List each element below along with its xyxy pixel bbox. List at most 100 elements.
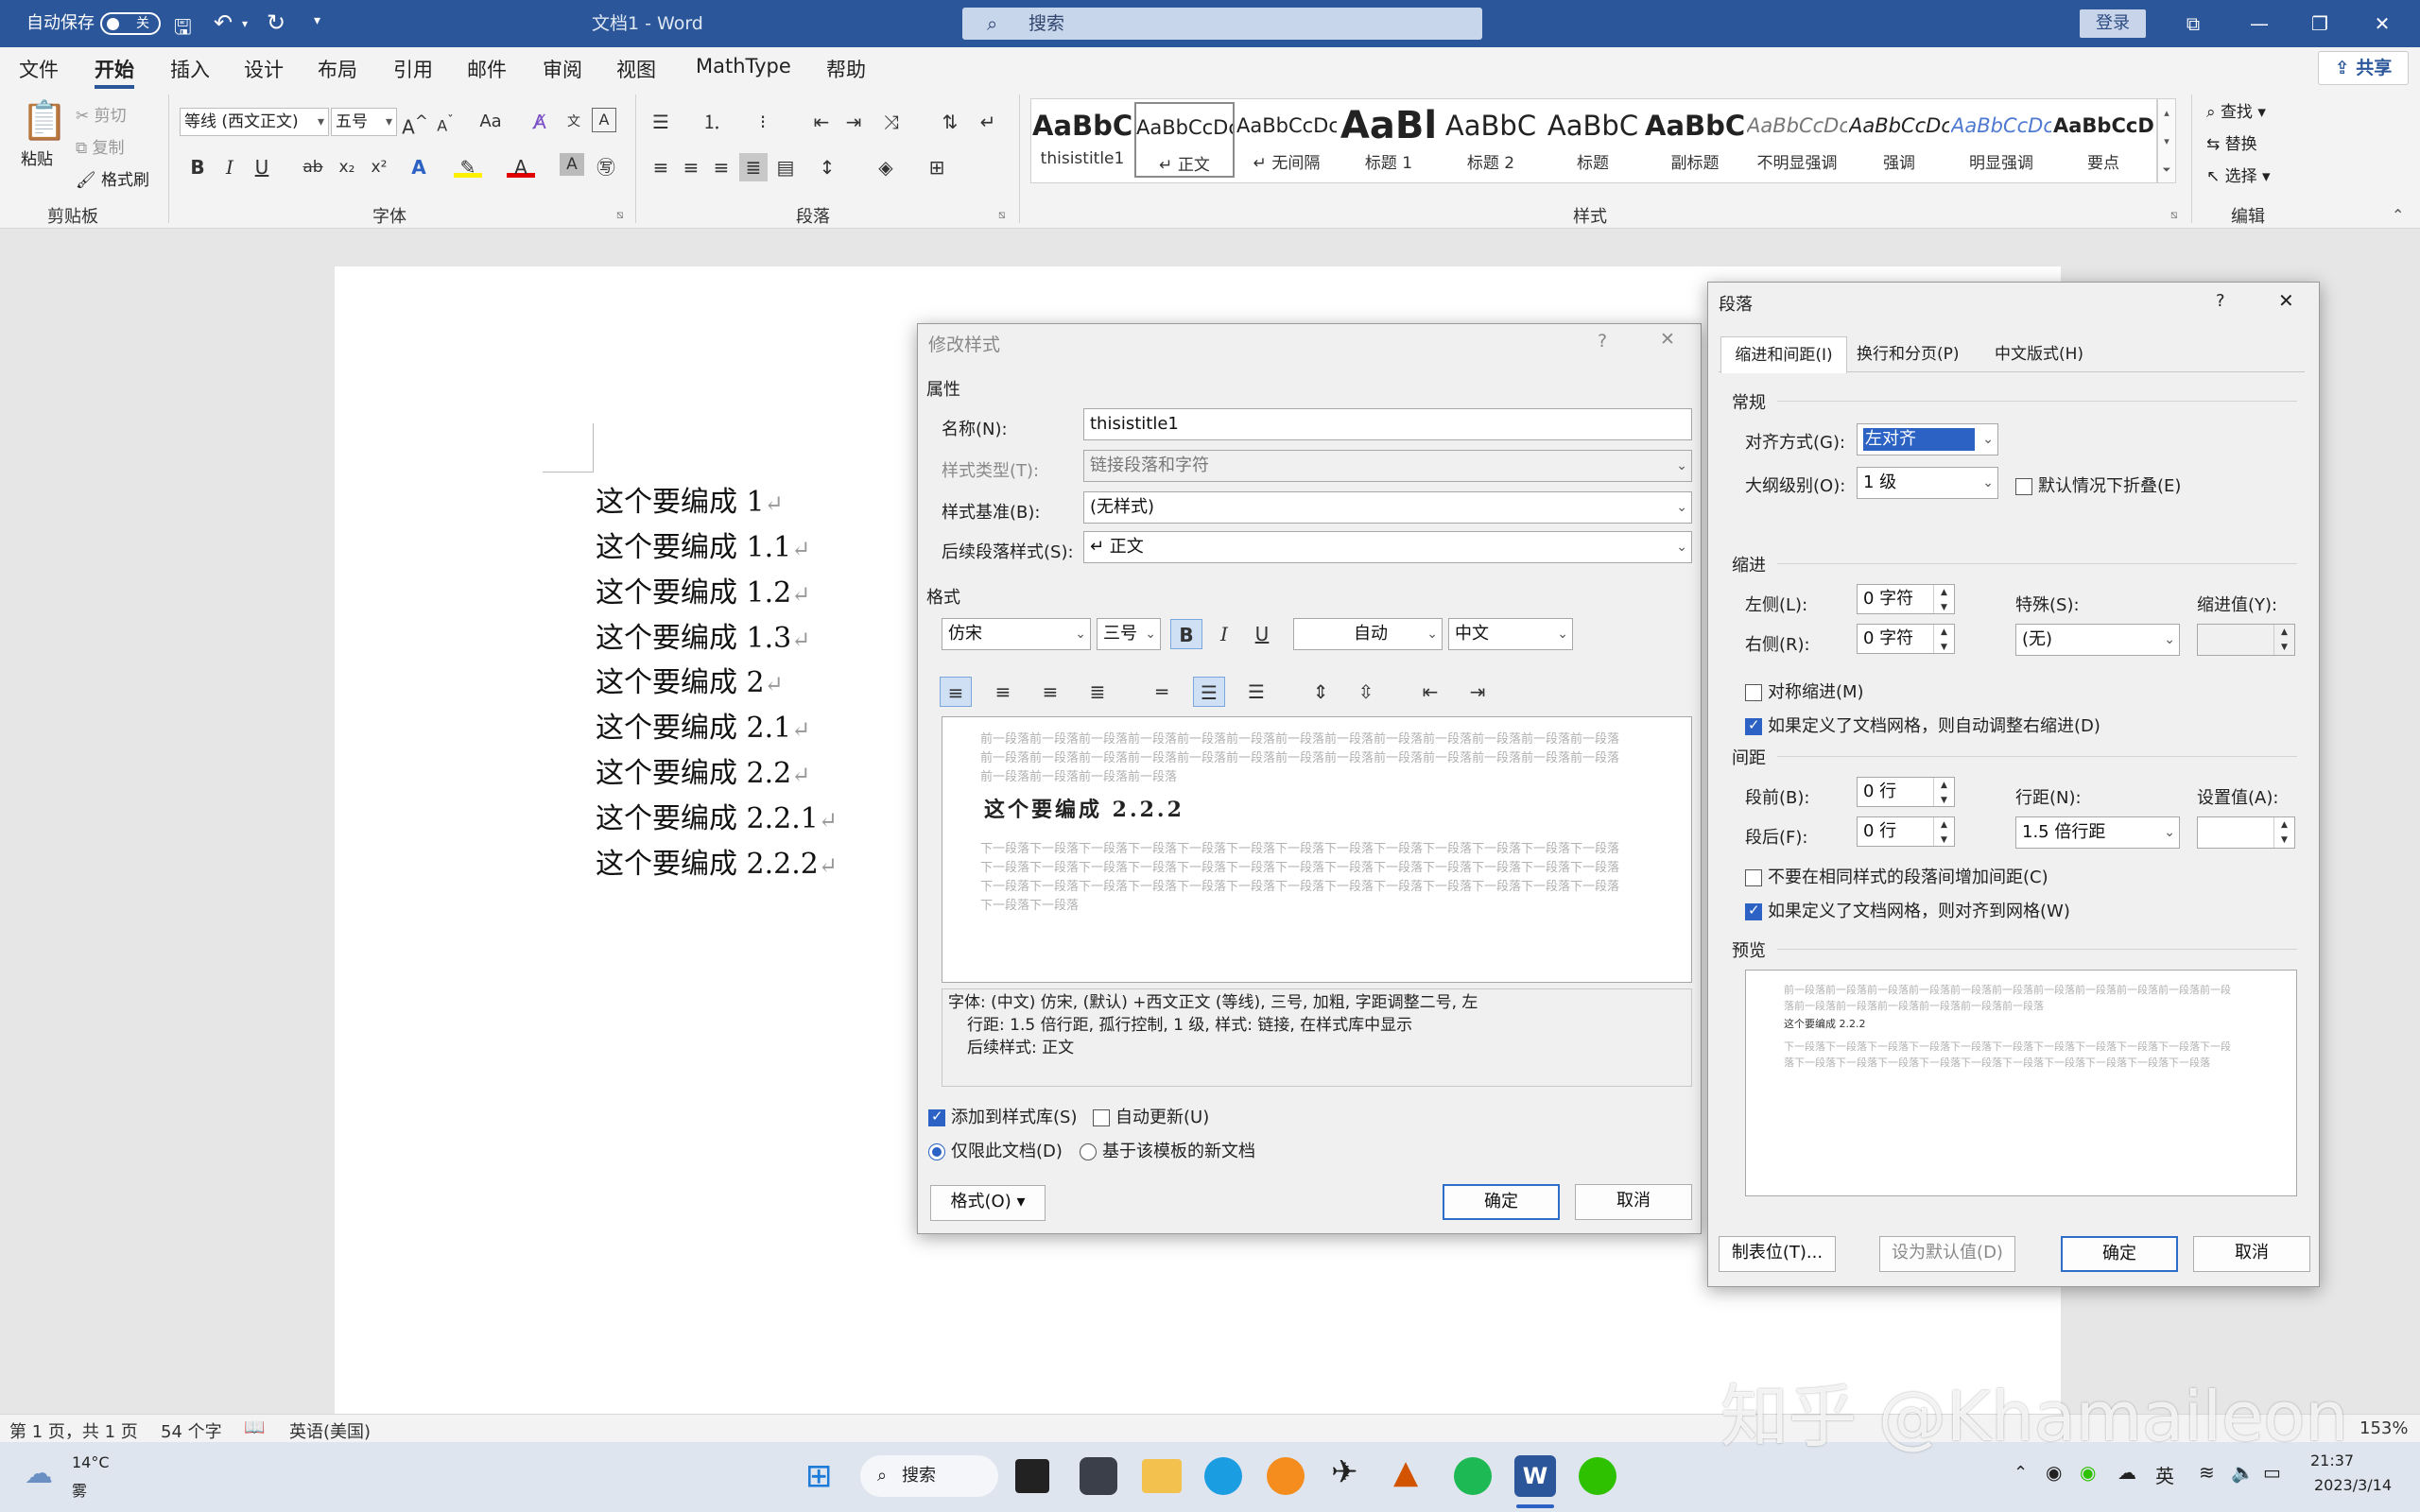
outline-level-select[interactable]: 1 级 ⌄ — [1857, 467, 1998, 499]
doc-paragraph[interactable]: 这个要编成 2.2.2↵ — [596, 840, 838, 882]
collapse-ribbon-icon[interactable]: ⌃ — [2392, 206, 2404, 224]
superscript-icon[interactable]: x² — [365, 153, 393, 181]
name-input[interactable]: thisistitle1 — [1083, 408, 1692, 440]
shrink-font-icon[interactable]: Aˇ — [431, 108, 459, 136]
bold-icon[interactable]: B — [183, 153, 212, 181]
double-spacing-icon[interactable]: ☰ — [1240, 677, 1272, 707]
undo-dropdown-icon[interactable]: ▾ — [242, 17, 248, 30]
font-name-combo[interactable]: 等线 (西文正文) ▾ — [180, 108, 329, 136]
tab-help[interactable]: 帮助 — [826, 55, 866, 83]
copy-button[interactable]: ⧉ 复制 — [76, 134, 125, 158]
decrease-indent-icon[interactable]: ⇤ — [1414, 677, 1446, 707]
chevron-up-icon[interactable]: ⌃ — [2014, 1463, 2028, 1483]
text-effects-icon[interactable]: A — [405, 153, 433, 181]
asian-layout-icon[interactable]: ⤨ — [877, 108, 906, 136]
font-color-icon[interactable]: A — [507, 153, 535, 179]
italic-icon[interactable]: I — [216, 153, 244, 181]
styles-dialog-launcher-icon[interactable]: ⧅ — [2170, 208, 2178, 222]
doc-paragraph[interactable]: 这个要编成 1.1↵ — [596, 524, 810, 565]
tab-review[interactable]: 审阅 — [543, 55, 582, 83]
decrease-paragraph-spacing-icon[interactable]: ⇳ — [1350, 677, 1382, 707]
italic-toggle[interactable]: I — [1208, 619, 1240, 649]
style-item-normal[interactable]: AaBbCcDc ↵ 正文 — [1134, 102, 1235, 178]
weather-icon[interactable]: ☁ — [25, 1457, 53, 1490]
decrease-indent-icon[interactable]: ⇤ — [807, 108, 836, 136]
show-marks-icon[interactable]: ↵ — [974, 108, 1002, 136]
align-left-icon[interactable]: ≡ — [647, 153, 675, 181]
close-window-icon[interactable]: ✕ — [2354, 0, 2411, 47]
doc-paragraph[interactable]: 这个要编成 1.3↵ — [596, 614, 810, 656]
alignment-select[interactable]: 左对齐 ⌄ — [1857, 423, 1998, 455]
add-to-gallery-checkbox[interactable]: 添加到样式库(S) — [928, 1104, 1077, 1128]
login-button[interactable]: 登录 — [2080, 9, 2146, 38]
vbox-icon[interactable] — [1080, 1457, 1117, 1495]
doc-paragraph[interactable]: 这个要编成 2↵ — [596, 659, 784, 700]
onehalf-spacing-icon[interactable]: ☰ — [1193, 677, 1225, 707]
share-button[interactable]: ⇪ 共享 — [2318, 51, 2409, 85]
close-icon[interactable]: ✕ — [2278, 289, 2294, 312]
style-item-emphasis[interactable]: AaBbCcDc 强调 — [1849, 102, 1949, 178]
undo-icon[interactable]: ↶ — [214, 9, 233, 36]
single-spacing-icon[interactable]: ═ — [1146, 677, 1178, 707]
spinner-icon[interactable]: ▲ ▼ — [1933, 817, 1954, 846]
char-border-icon[interactable]: A — [592, 108, 616, 132]
replace-button[interactable]: ⇆ 替换 — [2206, 130, 2257, 154]
distributed-icon[interactable]: ▤ — [771, 153, 800, 181]
style-item-intense-emphasis[interactable]: AaBbCcDc 明显强调 — [1951, 102, 2051, 178]
this-document-only-radio[interactable]: 仅限此文档(D) — [928, 1138, 1063, 1162]
tab-indents-spacing[interactable]: 缩进和间距(I) — [1720, 336, 1847, 373]
auto-update-checkbox[interactable]: 自动更新(U) — [1093, 1104, 1209, 1128]
collapse-default-checkbox[interactable]: 默认情况下折叠(E) — [2015, 472, 2181, 497]
format-painter-button[interactable]: 🖌 格式刷 — [76, 166, 149, 190]
spinner-icon[interactable]: ▲ ▼ — [1933, 778, 1954, 806]
styles-scroll[interactable]: ▴ ▾ ⏷ — [2157, 98, 2176, 183]
ribbon-display-icon[interactable]: ⧉ — [2165, 0, 2221, 47]
tab-file[interactable]: 文件 — [19, 55, 59, 83]
doc-paragraph[interactable]: 这个要编成 2.2↵ — [596, 749, 810, 791]
save-icon[interactable]: 🖫 — [174, 11, 192, 47]
set-default-button[interactable]: 设为默认值(D) — [1879, 1236, 2015, 1272]
language-status[interactable]: 英语(美国) — [289, 1418, 371, 1443]
next-style-select[interactable]: ↵ 正文 ⌄ — [1083, 531, 1692, 563]
multilevel-list-icon[interactable]: ⁝ — [749, 108, 777, 136]
style-item-no-spacing[interactable]: AaBbCcDc ↵ 无间隔 — [1236, 102, 1337, 178]
align-right-icon[interactable]: ≡ — [707, 153, 735, 181]
ok-button[interactable]: 确定 — [2061, 1236, 2178, 1272]
matlab-icon[interactable]: ▲ — [1393, 1453, 1418, 1491]
right-indent-input[interactable]: 0 字符 ▲ ▼ — [1857, 624, 1955, 654]
proofing-icon[interactable]: 📖 — [244, 1418, 265, 1437]
paste-icon[interactable]: 📋 — [21, 98, 68, 143]
ok-button[interactable]: 确定 — [1443, 1184, 1560, 1220]
tab-asian-typography[interactable]: 中文版式(H) — [1995, 336, 2083, 372]
page-count[interactable]: 第 1 页，共 1 页 — [9, 1418, 138, 1443]
redo-icon[interactable]: ↻ — [267, 9, 285, 36]
tab-line-page-breaks[interactable]: 换行和分页(P) — [1857, 336, 1960, 372]
style-item-subtle-emphasis[interactable]: AaBbCcDc 不明显强调 — [1747, 102, 1847, 178]
spinner-icon[interactable]: ▲ ▼ — [2273, 625, 2294, 655]
tab-home[interactable]: 开始 — [95, 55, 134, 89]
bullets-icon[interactable]: ☰ — [647, 108, 675, 136]
spinner-icon[interactable]: ▲ ▼ — [1933, 585, 1954, 613]
mirror-indents-checkbox[interactable]: 对称缩进(M) — [1745, 679, 1864, 703]
no-space-same-style-checkbox[interactable]: 不要在相同样式的段落间增加间距(C) — [1745, 864, 2048, 888]
line-spacing-select[interactable]: 1.5 倍行距 ⌄ — [2015, 816, 2180, 849]
taskbar-search[interactable]: ⌕ 搜索 — [860, 1455, 998, 1497]
align-left-icon[interactable]: ≡ — [940, 677, 972, 707]
clear-formatting-icon[interactable]: A̸ — [526, 108, 554, 136]
paragraph-dialog-launcher-icon[interactable]: ⧅ — [998, 208, 1006, 222]
align-right-icon[interactable]: ≡ — [1034, 677, 1066, 707]
language-select[interactable]: 中文 ⌄ — [1448, 618, 1573, 650]
increase-indent-icon[interactable]: ⇥ — [1461, 677, 1494, 707]
clock-date[interactable]: 2023/3/14 — [2314, 1476, 2392, 1494]
minimize-icon[interactable]: — — [2231, 0, 2288, 47]
ime-indicator[interactable]: 英 — [2155, 1461, 2174, 1488]
justify-icon[interactable]: ≣ — [739, 153, 768, 181]
customize-toolbar-icon[interactable]: ▾ — [314, 13, 320, 28]
underline-icon[interactable]: U — [248, 153, 276, 181]
cloud-tray-icon[interactable]: ☁ — [2118, 1461, 2136, 1484]
doc-paragraph[interactable]: 这个要编成 1↵ — [596, 478, 784, 520]
cut-button[interactable]: ✂ 剪切 — [76, 102, 127, 126]
char-shading-icon[interactable]: A — [560, 153, 584, 176]
word-count[interactable]: 54 个字 — [161, 1418, 222, 1443]
size-select[interactable]: 三号 ⌄ — [1097, 618, 1161, 650]
